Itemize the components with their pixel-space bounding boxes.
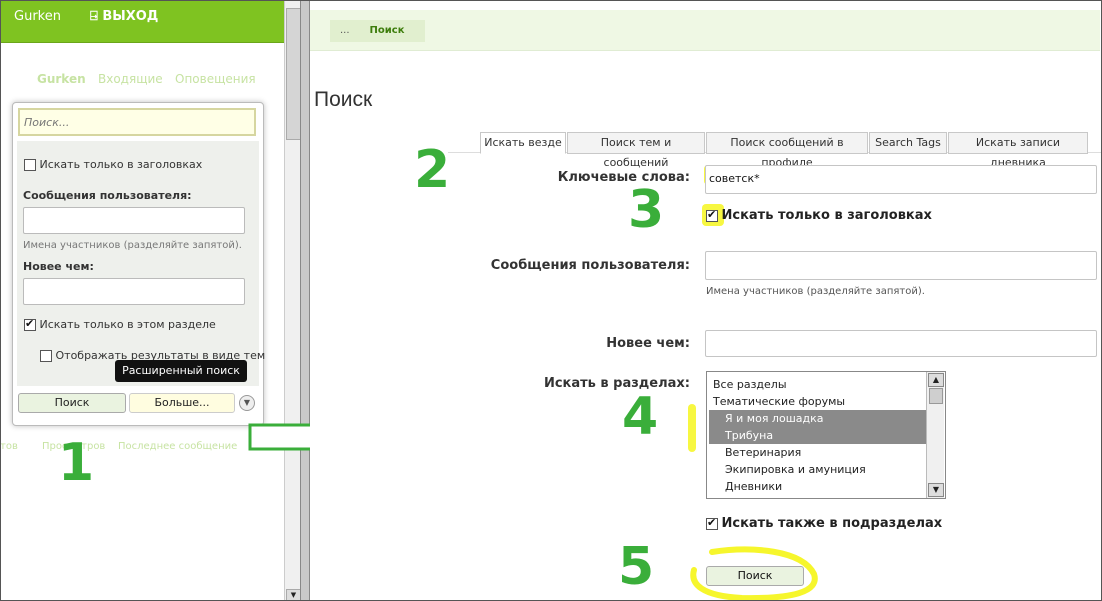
list-item-selected[interactable]: Трибуна <box>709 427 927 444</box>
breadcrumb-current[interactable]: Поиск <box>359 20 425 42</box>
titles-only-checkbox[interactable] <box>24 159 36 171</box>
user-messages-label: Сообщения пользователя: <box>490 258 690 273</box>
logout-link[interactable]: ⍈ ВЫХОД <box>90 9 158 24</box>
this-section-option[interactable]: Искать только в этом разделе <box>24 317 216 331</box>
breadcrumb-bar: ... Поиск <box>310 10 1100 51</box>
newer-input[interactable] <box>705 330 1097 357</box>
left-scrollbar[interactable]: ▼ <box>284 0 300 601</box>
scroll-thumb[interactable] <box>929 388 943 404</box>
newer-input[interactable] <box>23 278 245 305</box>
annotation-number: 2 <box>414 140 451 200</box>
threads-checkbox[interactable] <box>40 350 52 362</box>
annotation-number: 3 <box>628 180 665 240</box>
breadcrumb: ... Поиск <box>330 20 425 42</box>
popup-search-button[interactable]: Поиск <box>18 393 126 413</box>
scroll-up-icon[interactable]: ▲ <box>928 373 944 387</box>
search-input[interactable] <box>18 108 256 136</box>
top-bar: Gurken ⍈ ВЫХОД <box>0 0 284 43</box>
user-link[interactable]: Gurken <box>14 9 61 24</box>
highlight-mark <box>688 404 696 452</box>
panel-divider <box>300 0 310 601</box>
this-section-checkbox[interactable] <box>24 317 36 331</box>
titles-only-checkbox[interactable] <box>706 208 718 222</box>
nav-item-user[interactable]: Gurken <box>37 72 86 86</box>
breadcrumb-home[interactable]: ... <box>330 20 360 42</box>
list-item[interactable]: Дневники <box>709 478 939 495</box>
annotation-number: 1 <box>58 433 95 493</box>
titles-only-option[interactable]: Искать только в заголовках <box>706 208 932 223</box>
tab-diary-entries[interactable]: Искать записи дневника <box>948 132 1088 169</box>
list-item[interactable]: Тематические форумы <box>709 393 927 410</box>
advanced-search-tooltip: Расширенный поиск <box>115 360 247 382</box>
list-item[interactable]: Ветеринария <box>709 444 939 461</box>
tab-threads-posts[interactable]: Поиск тем и сообщений <box>567 132 705 169</box>
sections-listbox[interactable]: Все разделы Тематические форумы Я и моя … <box>706 371 946 499</box>
list-item-selected[interactable]: Я и моя лошадка <box>709 410 927 427</box>
col-header-replies: тов <box>0 441 18 452</box>
user-messages-input[interactable] <box>23 207 245 234</box>
keywords-value: советск* <box>709 172 760 185</box>
user-hint: Имена участников (разделяйте запятой). <box>706 286 925 297</box>
annotation-number: 5 <box>618 537 655 597</box>
scroll-down-icon[interactable]: ▼ <box>286 589 300 601</box>
list-item[interactable]: Все разделы <box>709 376 927 393</box>
subsections-checkbox[interactable] <box>706 516 718 530</box>
nav-item-inbox[interactable]: Входящие <box>98 72 163 86</box>
tab-search-everywhere[interactable]: Искать везде <box>480 132 566 154</box>
tab-search-tags[interactable]: Search Tags <box>869 132 947 154</box>
annotation-number: 4 <box>622 387 659 447</box>
newer-label: Новее чем: <box>23 260 94 273</box>
left-panel: Gurken ⍈ ВЫХОД Gurken Входящие Оповещени… <box>0 0 300 601</box>
nav-item-alerts[interactable]: Оповещения <box>175 72 256 86</box>
search-button[interactable]: Поиск <box>706 566 804 586</box>
right-panel: ... Поиск Поиск Искать везде Поиск тем и … <box>310 0 1102 601</box>
user-messages-label: Сообщения пользователя: <box>23 189 192 202</box>
titles-only-option[interactable]: Искать только в заголовках <box>24 158 202 171</box>
logout-icon: ⍈ <box>90 9 103 24</box>
sections-label: Искать в разделах: <box>543 376 690 391</box>
list-item[interactable]: Экипировка и амуниция <box>709 461 939 478</box>
list-scrollbar[interactable]: ▲ ▼ <box>926 372 944 498</box>
keywords-input[interactable]: советск* <box>705 165 1097 194</box>
user-messages-input[interactable] <box>705 251 1097 280</box>
scroll-down-icon[interactable]: ▼ <box>928 483 944 497</box>
scroll-thumb[interactable] <box>286 8 300 140</box>
col-header-last-post: Последнее сообщение <box>118 441 238 452</box>
more-button[interactable]: Больше... <box>129 393 235 413</box>
newer-label: Новее чем: <box>606 336 690 351</box>
user-hint: Имена участников (разделяйте запятой). <box>23 240 242 251</box>
subsections-option[interactable]: Искать также в подразделах <box>706 516 942 531</box>
tab-profile-posts[interactable]: Поиск сообщений в профиле <box>706 132 868 169</box>
page-title: Поиск <box>314 88 373 111</box>
